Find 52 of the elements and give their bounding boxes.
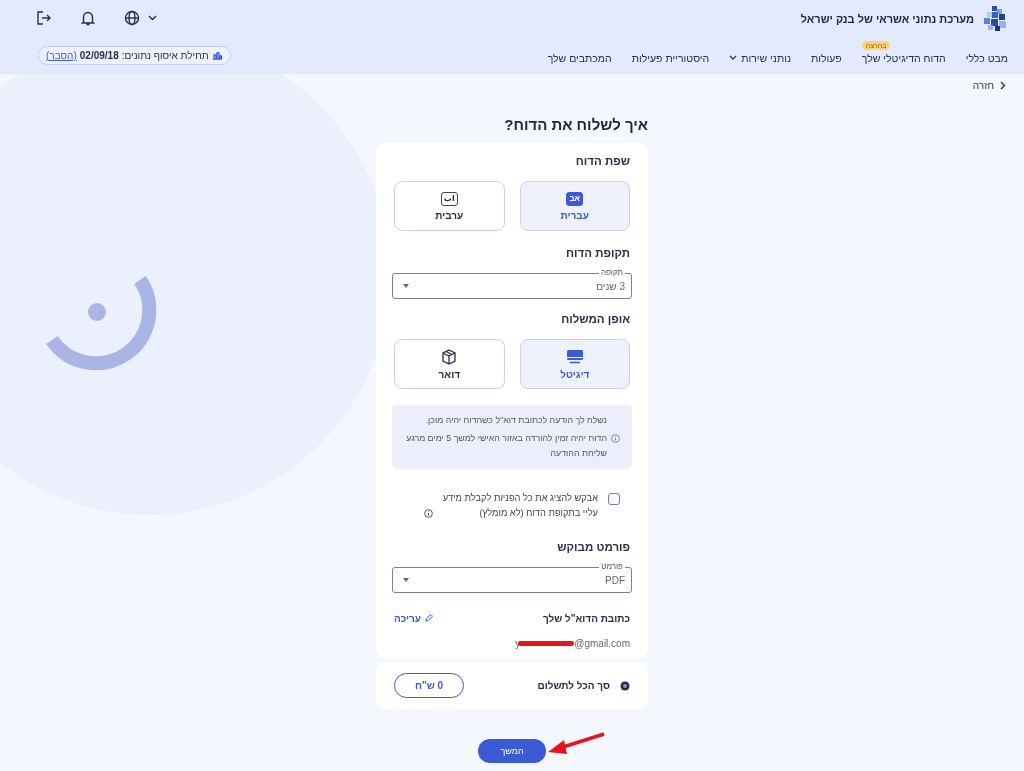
language-option[interactable]: אב עברית — [519, 181, 630, 231]
email-domain: @gmail.com — [574, 638, 630, 649]
explanation-link[interactable]: (הסבר) — [46, 49, 77, 61]
section-title: פורמט מבוקש — [556, 541, 630, 553]
notice-text: הדוח יהיה זמין להורדה באזור האישי למשך 5 ימים מרגע שליחת ההודעה — [405, 432, 607, 460]
page-title: איך לשלוח את הדוח? — [503, 116, 648, 133]
back-link[interactable]: חזרה — [972, 80, 1006, 91]
chevron-down-icon — [729, 55, 738, 61]
data-start-date: 02/09/18 — [79, 49, 119, 61]
nav-link[interactable]: נותני שירות — [729, 52, 791, 64]
redaction-mark — [518, 641, 575, 646]
language-button[interactable] — [122, 8, 159, 28]
package-icon — [441, 348, 458, 365]
language-glyph: אב — [566, 191, 584, 206]
section-title: אופן המשלוח — [560, 313, 630, 325]
language-option[interactable]: اب ערבית — [394, 181, 505, 231]
consent-label: אבקש להציג את כל הפניות לקבלת מידע עליי בתקופת הדוח (לא מומלץ) — [441, 491, 598, 520]
delivery-option[interactable]: דיגיטל — [519, 339, 630, 389]
total-label: סך הכל לתשלום — [537, 680, 610, 691]
globe-icon — [124, 10, 140, 26]
bell-icon — [80, 10, 96, 26]
notice-text: נשלח לך הודעה לכתובת דוא"ל כשהדוח יהיה מוכן. — [425, 414, 607, 427]
section-title: תקופת הדוח — [565, 247, 630, 259]
nav-link[interactable]: פעולות — [811, 52, 842, 64]
language-glyph: اب — [440, 191, 458, 206]
continue-button[interactable]: המשך — [478, 739, 546, 763]
monitor-icon — [565, 348, 584, 365]
email-title: כתובת הדוא"ל שלך — [542, 613, 630, 624]
delivery-option[interactable]: דואר — [394, 339, 505, 389]
dropdown-caret-icon — [403, 284, 409, 288]
site-title: מערכת נתוני אשראי של בנק ישראל — [800, 13, 974, 25]
chart-icon — [211, 50, 223, 60]
pencil-icon — [424, 614, 434, 623]
field-label: תקופה — [598, 268, 625, 278]
section-title: שפת הדוח — [574, 155, 630, 167]
consent-checkbox[interactable] — [608, 493, 620, 505]
data-start-label: תחילת איסוף נתונים: — [121, 49, 209, 61]
annotation-arrow — [546, 731, 606, 757]
edit-link[interactable]: עריכה — [394, 613, 434, 624]
info-icon — [424, 509, 433, 518]
logout-icon — [36, 10, 52, 26]
nav-link[interactable]: היסטוריית פעילות — [631, 52, 710, 64]
nav-link[interactable]: הדוח הדיגיטלי שלך — [861, 52, 946, 64]
nav-link[interactable]: מבט כללי — [965, 52, 1008, 64]
nav-link[interactable]: המכתבים שלך — [547, 52, 612, 64]
chevron-down-icon — [148, 15, 157, 21]
dropdown-caret-icon — [403, 578, 409, 582]
info-icon — [611, 434, 620, 443]
logo-icon — [982, 6, 1008, 32]
chevron-right-icon — [1000, 81, 1006, 90]
coin-icon — [620, 680, 630, 691]
field-label: פורמט — [599, 562, 625, 572]
